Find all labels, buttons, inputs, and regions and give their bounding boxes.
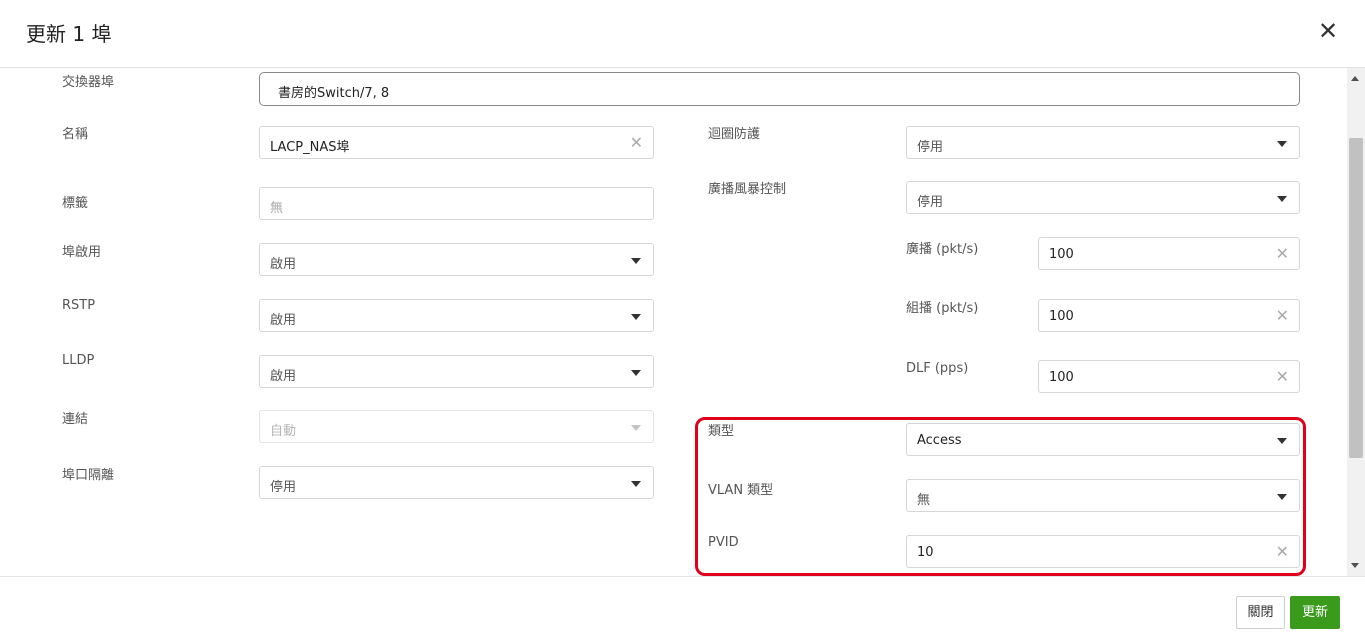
lldp-label: LLDP [62,353,95,368]
tag-input[interactable]: 無 [259,187,654,220]
clear-icon[interactable]: ✕ [1276,306,1289,326]
chevron-down-icon [631,314,641,320]
lldp-value: 啟用 [270,369,297,384]
storm-control-value: 停用 [917,195,944,210]
dlf-value: 100 [1049,370,1074,385]
link-value: 自動 [270,424,297,439]
chevron-down-icon [631,425,641,431]
broadcast-input[interactable]: 100 ✕ [1038,237,1300,270]
port-isolation-select[interactable]: 停用 [259,466,654,499]
chevron-down-icon [631,370,641,376]
dlf-input[interactable]: 100 ✕ [1038,360,1300,393]
close-icon[interactable]: ✕ [1314,17,1342,45]
scroll-up-icon[interactable] [1351,76,1359,81]
port-isolation-value: 停用 [270,480,297,495]
tag-placeholder: 無 [270,201,284,216]
storm-control-select[interactable]: 停用 [906,181,1300,214]
link-label: 連結 [62,412,89,427]
dialog-body: 交換器埠 書房的Switch/7, 8 名稱 LACP_NAS埠 ✕ 標籤 無 … [0,68,1347,576]
multicast-label: 組播 (pkt/s) [906,301,979,316]
loop-guard-label: 迴圈防護 [708,127,761,142]
name-label: 名稱 [62,127,89,142]
update-button[interactable]: 更新 [1290,596,1340,629]
dlf-label: DLF (pps) [906,361,969,376]
loop-guard-value: 停用 [917,140,944,155]
broadcast-value: 100 [1049,247,1074,262]
chevron-down-icon [631,481,641,487]
rstp-value: 啟用 [270,313,297,328]
rstp-label: RSTP [62,298,96,313]
dialog-header: 更新 1 埠 ✕ [0,0,1365,68]
clear-icon[interactable]: ✕ [630,133,643,153]
storm-control-label: 廣播風暴控制 [708,182,787,197]
dialog-footer: 關閉 更新 [0,576,1365,643]
scrollbar[interactable] [1347,68,1365,576]
port-isolation-label: 埠口隔離 [62,468,115,483]
scroll-down-icon[interactable] [1351,563,1359,568]
chevron-down-icon [1277,196,1287,202]
multicast-input[interactable]: 100 ✕ [1038,299,1300,332]
close-button[interactable]: 關閉 [1236,596,1285,629]
switch-port-value: 書房的Switch/7, 8 [278,86,390,101]
switch-port-label: 交換器埠 [62,75,115,90]
chevron-down-icon [1277,141,1287,147]
lldp-select[interactable]: 啟用 [259,355,654,388]
multicast-value: 100 [1049,309,1074,324]
clear-icon[interactable]: ✕ [1276,244,1289,264]
scroll-thumb[interactable] [1349,138,1363,458]
clear-icon[interactable]: ✕ [1276,367,1289,387]
rstp-select[interactable]: 啟用 [259,299,654,332]
highlight-box [695,417,1306,576]
broadcast-label: 廣播 (pkt/s) [906,242,979,257]
port-enable-select[interactable]: 啟用 [259,243,654,276]
name-value: LACP_NAS埠 [270,140,350,155]
switch-port-field[interactable]: 書房的Switch/7, 8 [259,72,1300,106]
tag-label: 標籤 [62,196,89,211]
dialog-title: 更新 1 埠 [26,22,112,46]
link-select: 自動 [259,410,654,443]
chevron-down-icon [631,258,641,264]
name-input[interactable]: LACP_NAS埠 ✕ [259,126,654,159]
port-enable-value: 啟用 [270,257,297,272]
port-enable-label: 埠啟用 [62,245,102,260]
loop-guard-select[interactable]: 停用 [906,126,1300,159]
